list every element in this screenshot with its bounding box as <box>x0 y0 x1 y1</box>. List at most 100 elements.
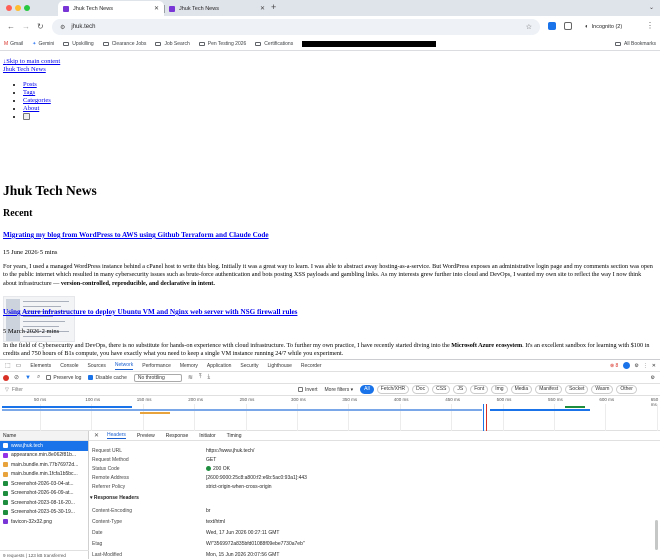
tab-initiator[interactable]: Initiator <box>199 433 215 439</box>
browser-tab-active[interactable]: Jhuk Tech News ✕ <box>58 1 164 16</box>
bookmark-folder-upskilling[interactable]: Upskilling <box>63 41 94 47</box>
site-title-link[interactable]: Jhuk Tech News <box>3 66 46 73</box>
nav-posts[interactable]: Posts <box>23 81 37 88</box>
post-title-link[interactable]: Using Azure infrastructure to deploy Ubu… <box>3 308 297 316</box>
network-settings-icon[interactable]: ⚙ <box>651 375 655 381</box>
tab-elements[interactable]: Elements <box>30 363 51 369</box>
filter-input[interactable]: ▽ Filter <box>3 385 298 394</box>
import-har-icon[interactable]: ⤒ <box>199 374 202 381</box>
disable-cache-checkbox[interactable]: Disable cache <box>88 375 127 381</box>
back-arrow-icon[interactable]: ← <box>7 22 15 31</box>
settings-gear-icon[interactable]: ⚙ <box>634 363 638 369</box>
close-devtools-icon[interactable]: ✕ <box>652 363 656 369</box>
device-toolbar-icon[interactable]: ▭ <box>16 362 22 369</box>
tab-search-chevron-icon[interactable]: ⌄ <box>649 4 654 11</box>
appearance-toggle-button[interactable] <box>23 113 30 121</box>
bookmark-folder-job-search[interactable]: Job Search <box>155 41 190 47</box>
filter-type-doc[interactable]: Doc <box>412 385 430 394</box>
post-title-link[interactable]: Migrating my blog from WordPress to AWS … <box>3 231 269 239</box>
tab-recorder[interactable]: Recorder <box>301 363 322 369</box>
nav-tags[interactable]: Tags <box>23 89 35 96</box>
preserve-log-checkbox[interactable]: Preserve log <box>46 375 81 381</box>
name-column-header[interactable]: Name <box>0 431 88 441</box>
filter-type-other[interactable]: Other <box>616 385 637 394</box>
request-row[interactable]: Screenshot-2026-03-04-at... <box>0 479 88 489</box>
browser-tab[interactable]: Jhuk Tech News ✕ <box>164 1 270 16</box>
tab-preview[interactable]: Preview <box>137 433 155 439</box>
menu-kebab-icon[interactable]: ⋮ <box>646 21 654 30</box>
more-options-icon[interactable]: ⋮ <box>643 363 648 369</box>
filter-type-socket[interactable]: Socket <box>565 385 589 394</box>
bookmark-folder-clearance-jobs[interactable]: Clearance Jobs <box>102 41 146 47</box>
close-tab-icon[interactable]: ✕ <box>260 5 265 12</box>
network-overview-timeline[interactable]: 50 ms 100 ms 150 ms 200 ms 250 ms 300 ms 350 m… <box>0 396 660 431</box>
request-row[interactable]: favicon-32x32.png <box>0 517 88 527</box>
incognito-indicator[interactable]: ◐ Incognito (2) <box>585 20 622 34</box>
tab-performance[interactable]: Performance <box>142 363 171 369</box>
tab-response[interactable]: Response <box>166 433 189 439</box>
bookmark-star-icon[interactable]: ☆ <box>526 23 532 31</box>
tab-headers[interactable]: Headers <box>107 432 126 439</box>
reload-icon[interactable]: ↻ <box>37 22 44 31</box>
maximize-window-icon[interactable] <box>24 5 30 11</box>
filter-type-img[interactable]: Img <box>491 385 508 394</box>
filter-type-font[interactable]: Font <box>470 385 489 394</box>
close-details-icon[interactable]: ✕ <box>94 432 99 439</box>
request-row[interactable]: Screenshot-2023-08-16-20... <box>0 498 88 508</box>
filter-type-css[interactable]: CSS <box>432 385 451 394</box>
address-bar[interactable]: ⚙ jhuk.tech ☆ <box>52 19 540 35</box>
bookmark-folder-certifications[interactable]: Certifications <box>255 41 293 47</box>
more-filters-dropdown[interactable]: More filters ▾ <box>325 387 354 393</box>
search-icon[interactable]: ⌕ <box>37 374 40 381</box>
filter-type-fetch-xhr[interactable]: Fetch/XHR <box>376 385 410 394</box>
bookmark-gmail[interactable]: M Gmail <box>4 41 23 47</box>
response-headers-section[interactable]: ▾ Response Headers <box>90 495 139 501</box>
request-row[interactable]: www.jhuk.tech <box>0 441 88 451</box>
new-tab-button[interactable]: + <box>271 2 276 12</box>
tab-lighthouse[interactable]: Lighthouse <box>267 363 291 369</box>
minimize-window-icon[interactable] <box>15 5 21 11</box>
close-tab-icon[interactable]: ✕ <box>154 5 159 12</box>
tab-memory[interactable]: Memory <box>180 363 198 369</box>
nav-categories[interactable]: Categories <box>23 97 51 104</box>
request-row[interactable]: main.bundle.min.77b76972d... <box>0 460 88 470</box>
filter-type-manifest[interactable]: Manifest <box>535 385 563 394</box>
bookmark-gemini[interactable]: ✦ Gemini <box>32 41 54 47</box>
clear-icon[interactable]: ⊘ <box>14 374 19 381</box>
nav-about[interactable]: About <box>23 105 39 112</box>
filter-type-all[interactable]: All <box>360 385 374 394</box>
invert-checkbox[interactable]: Invert <box>298 387 318 393</box>
export-har-icon[interactable]: ⤓ <box>208 374 211 381</box>
network-conditions-icon[interactable]: ≋ <box>188 374 193 381</box>
tab-security[interactable]: Security <box>240 363 258 369</box>
close-window-icon[interactable] <box>6 5 12 11</box>
tab-sources[interactable]: Sources <box>88 363 106 369</box>
error-count-badge[interactable]: ⊗ 8 <box>610 363 618 369</box>
details-scrollbar[interactable] <box>655 520 658 550</box>
request-row[interactable]: Screenshot-2026-06-09-at... <box>0 489 88 499</box>
all-bookmarks-button[interactable]: All Bookmarks <box>615 41 656 47</box>
url-text[interactable]: jhuk.tech <box>71 24 525 30</box>
throttling-select[interactable]: No throttling <box>133 373 182 382</box>
extension-icon[interactable] <box>548 22 556 30</box>
tab-timing[interactable]: Timing <box>227 433 242 439</box>
forward-arrow-icon[interactable]: → <box>22 22 30 31</box>
filter-type-media[interactable]: Media <box>510 385 533 394</box>
tab-application[interactable]: Application <box>207 363 231 369</box>
skip-to-content-link[interactable]: ↓Skip to main content <box>3 58 60 65</box>
request-row[interactable]: main.bundle.min.1fcfa1b5bc... <box>0 470 88 480</box>
tab-network[interactable]: Network <box>114 362 134 370</box>
post-thumbnail[interactable] <box>3 296 75 342</box>
request-row[interactable]: Screenshot-2023-05-30-19... <box>0 508 88 518</box>
record-icon[interactable] <box>3 374 9 381</box>
extensions-puzzle-icon[interactable] <box>564 22 572 30</box>
bookmark-folder-pen-testing[interactable]: Pen Testing 2026 <box>198 41 246 47</box>
filter-type-js[interactable]: JS <box>453 385 468 394</box>
request-row[interactable]: appearance.min.8e062f81b... <box>0 451 88 461</box>
tab-console[interactable]: Console <box>60 363 78 369</box>
inspect-element-icon[interactable]: ⬚ <box>5 362 11 369</box>
ai-assist-icon[interactable] <box>623 362 631 369</box>
filter-type-wasm[interactable]: Wasm <box>591 385 614 394</box>
site-info-icon[interactable]: ⚙ <box>60 24 65 31</box>
filter-funnel-icon[interactable]: ▼ <box>25 375 31 381</box>
